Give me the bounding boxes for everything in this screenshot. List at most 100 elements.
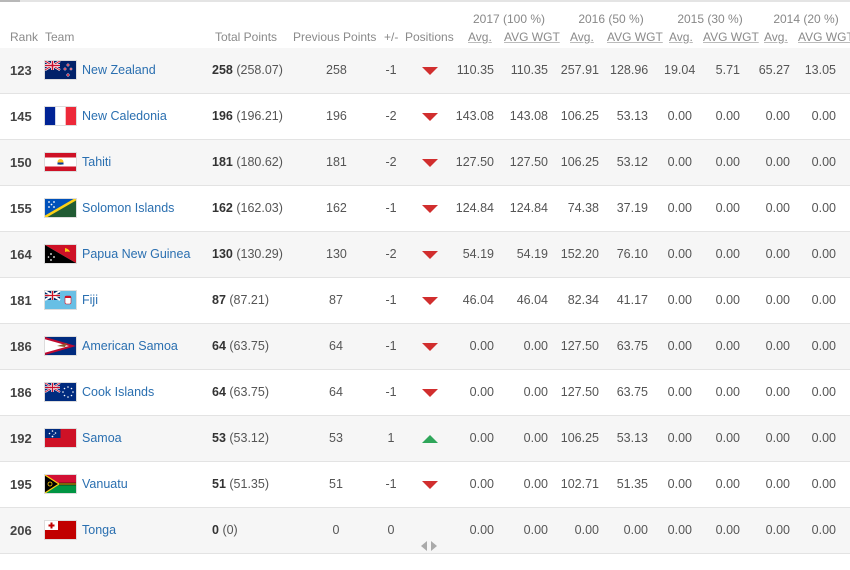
rank-cell: 186	[10, 385, 32, 400]
avg-2017-cell: 0.00	[469, 477, 494, 491]
avg-2016-cell: 106.25	[560, 431, 599, 445]
down-arrow-icon	[422, 67, 438, 75]
avg-2014-cell: 65.27	[758, 63, 790, 77]
change-cell: -2	[385, 247, 397, 261]
wgt-2016-cell: 41.17	[616, 293, 648, 307]
ranking-table: 123 New Zealand 258 (258.07) 258 -1 110.…	[0, 48, 850, 554]
trend-cell	[421, 94, 439, 139]
col-2014-avg[interactable]: Avg.	[764, 30, 788, 44]
col-2017-avg[interactable]: Avg.	[468, 30, 492, 44]
down-arrow-icon	[422, 389, 438, 397]
up-arrow-icon	[422, 435, 438, 443]
trend-cell	[421, 370, 439, 415]
team-link[interactable]: Samoa	[82, 416, 122, 461]
wgt-2017-cell: 124.84	[509, 201, 548, 215]
change-cell: -1	[385, 385, 397, 399]
team-link[interactable]: Tahiti	[82, 140, 111, 185]
team-link[interactable]: Vanuatu	[82, 462, 128, 507]
trend-cell	[421, 140, 439, 185]
team-link[interactable]: Cook Islands	[82, 370, 154, 415]
avg-2015-cell: 0.00	[667, 109, 692, 123]
wgt-2015-cell: 0.00	[715, 523, 740, 537]
avg-2016-cell: 106.25	[560, 109, 599, 123]
solomon-islands-flag-icon	[45, 199, 76, 217]
table-row: 150 Tahiti 181 (180.62) 181 -2 127.50 12…	[0, 140, 850, 186]
avg-2017-cell: 0.00	[469, 339, 494, 353]
col-positions[interactable]: Positions	[405, 30, 454, 44]
col-total-points[interactable]: Total Points	[215, 30, 277, 44]
wgt-2017-cell: 0.00	[523, 385, 548, 399]
change-cell: 1	[387, 431, 395, 445]
avg-2017-cell: 0.00	[469, 431, 494, 445]
wgt-2015-cell: 0.00	[715, 477, 740, 491]
wgt-2016-cell: 0.00	[623, 523, 648, 537]
team-link[interactable]: American Samoa	[82, 324, 178, 369]
avg-2015-cell: 0.00	[667, 339, 692, 353]
change-cell: 0	[387, 523, 395, 537]
team-link[interactable]: Papua New Guinea	[82, 232, 190, 277]
avg-2016-cell: 257.91	[560, 63, 599, 77]
wgt-2017-cell: 0.00	[523, 431, 548, 445]
col-2017-avg-wgt[interactable]: AVG WGT	[504, 30, 560, 44]
avg-2017-cell: 0.00	[469, 385, 494, 399]
wgt-2017-cell: 110.35	[510, 63, 548, 77]
table-row: 164 Papua New Guinea 130 (130.29) 130 -2…	[0, 232, 850, 278]
col-2016-avg[interactable]: Avg.	[570, 30, 594, 44]
wgt-2016-cell: 37.19	[616, 201, 648, 215]
wgt-2015-cell: 0.00	[715, 385, 740, 399]
avg-2014-cell: 0.00	[765, 477, 790, 491]
total-points-cell: 196 (196.21)	[212, 109, 283, 123]
wgt-2015-cell: 0.00	[715, 155, 740, 169]
col-rank[interactable]: Rank	[10, 30, 38, 44]
previous-points-cell: 64	[329, 385, 343, 399]
previous-points-cell: 162	[326, 201, 347, 215]
wgt-2017-cell: 143.08	[509, 109, 548, 123]
avg-2016-cell: 106.25	[560, 155, 599, 169]
total-points-cell: 162 (162.03)	[212, 201, 283, 215]
wgt-2015-cell: 0.00	[715, 431, 740, 445]
team-link[interactable]: Solomon Islands	[82, 186, 174, 231]
col-2016-avg-wgt[interactable]: AVG WGT	[607, 30, 663, 44]
col-2015-avg-wgt[interactable]: AVG WGT	[703, 30, 759, 44]
col-previous-points[interactable]: Previous Points	[293, 30, 376, 44]
previous-points-cell: 258	[326, 63, 347, 77]
rank-cell: 206	[10, 523, 32, 538]
team-link[interactable]: Tonga	[82, 508, 116, 553]
trend-cell	[421, 462, 439, 507]
wgt-2017-cell: 54.19	[516, 247, 548, 261]
table-row: 195 Vanuatu 51 (51.35) 51 -1 0.00 0.00 1…	[0, 462, 850, 508]
new-caledonia-flag-icon	[45, 107, 76, 125]
top-divider	[0, 0, 850, 2]
avg-2017-cell: 46.04	[462, 293, 494, 307]
wgt-2014-cell: 13.05	[804, 63, 836, 77]
rank-cell: 123	[10, 63, 32, 78]
wgt-2017-cell: 0.00	[523, 523, 548, 537]
previous-points-cell: 87	[329, 293, 343, 307]
avg-2014-cell: 0.00	[765, 109, 790, 123]
wgt-2014-cell: 0.00	[811, 155, 836, 169]
trend-cell	[421, 232, 439, 277]
change-cell: -1	[385, 293, 397, 307]
col-plus-minus[interactable]: +/-	[384, 30, 398, 44]
rank-cell: 150	[10, 155, 32, 170]
wgt-2016-cell: 63.75	[616, 385, 648, 399]
total-points-cell: 64 (63.75)	[212, 385, 269, 399]
wgt-2016-cell: 63.75	[616, 339, 648, 353]
table-row: 192 Samoa 53 (53.12) 53 1 0.00 0.00 106.…	[0, 416, 850, 462]
wgt-2016-cell: 53.12	[616, 155, 648, 169]
wgt-2016-cell: 51.35	[616, 477, 648, 491]
avg-2014-cell: 0.00	[765, 201, 790, 215]
wgt-2015-cell: 0.00	[715, 109, 740, 123]
col-team[interactable]: Team	[45, 30, 74, 44]
column-header-row: Rank Team Total Points Previous Points +…	[0, 30, 850, 48]
col-2014-avg-wgt[interactable]: AVG WGT	[798, 30, 850, 44]
team-link[interactable]: New Caledonia	[82, 94, 167, 139]
papua-new-guinea-flag-icon	[45, 245, 76, 263]
rank-cell: 164	[10, 247, 32, 262]
col-2015-avg[interactable]: Avg.	[669, 30, 693, 44]
table-row: 186 American Samoa 64 (63.75) 64 -1 0.00…	[0, 324, 850, 370]
avg-2014-cell: 0.00	[765, 385, 790, 399]
team-link[interactable]: New Zealand	[82, 48, 156, 93]
fiji-flag-icon	[45, 291, 76, 309]
team-link[interactable]: Fiji	[82, 278, 98, 323]
